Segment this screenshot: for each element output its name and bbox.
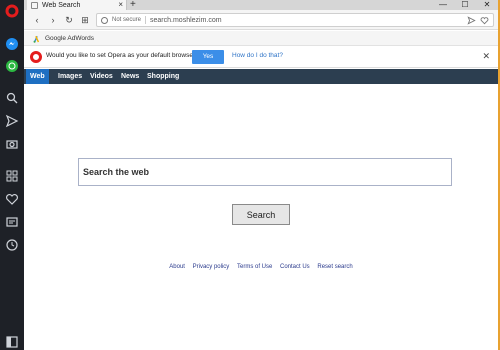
search-button[interactable]: Search <box>232 204 290 225</box>
reload-button[interactable]: ↻ <box>62 13 76 27</box>
default-browser-prompt: Would you like to set Opera as your defa… <box>24 47 498 68</box>
adwords-icon <box>33 35 40 43</box>
tab-news[interactable]: News <box>117 69 143 84</box>
browser-window: Web Search × + — ☐ ✕ ‹ › ↻ ⊞ Not secure … <box>24 0 498 350</box>
tab-web[interactable]: Web <box>26 69 49 84</box>
how-link[interactable]: How do I do that? <box>232 52 283 59</box>
new-tab-button[interactable]: + <box>130 0 136 10</box>
url-divider <box>145 16 147 24</box>
speed-dial-icon[interactable] <box>4 168 20 184</box>
prompt-text: Would you like to set Opera as your defa… <box>46 52 199 59</box>
heart-icon[interactable] <box>4 191 20 207</box>
tab-web-search[interactable]: Web Search × <box>27 0 127 10</box>
page-icon <box>31 1 38 9</box>
url-field[interactable]: Not secure search.moshlezim.com <box>96 13 494 27</box>
reset-search-link[interactable]: Reset search <box>317 264 352 270</box>
address-bar: ‹ › ↻ ⊞ Not secure search.moshlezim.com <box>24 10 498 30</box>
send-icon[interactable] <box>467 15 476 25</box>
window-controls: — ☐ ✕ <box>432 0 498 10</box>
messenger-icon[interactable] <box>4 36 20 52</box>
tab-videos[interactable]: Videos <box>86 69 117 84</box>
search-icon[interactable] <box>4 90 20 106</box>
search-nav: Web Images Videos News Shopping <box>24 69 498 84</box>
news-icon[interactable] <box>4 214 20 230</box>
globe-icon <box>101 16 108 24</box>
opera-icon <box>30 51 42 63</box>
close-window-button[interactable]: ✕ <box>476 0 498 10</box>
tab-images[interactable]: Images <box>54 69 86 84</box>
page-content: Search About Privacy policy Terms of Use… <box>24 84 498 350</box>
bookmarks-bar: Google AdWords <box>24 31 498 46</box>
history-icon[interactable] <box>4 237 20 253</box>
search-input[interactable] <box>78 158 452 186</box>
security-label: Not secure <box>112 17 142 23</box>
heart-icon[interactable] <box>480 16 489 25</box>
about-link[interactable]: About <box>169 264 185 270</box>
url-text[interactable]: search.moshlezim.com <box>150 17 222 24</box>
privacy-link[interactable]: Privacy policy <box>193 264 230 270</box>
back-button[interactable]: ‹ <box>30 13 44 27</box>
url-actions <box>467 14 489 26</box>
yes-button[interactable]: Yes <box>192 50 224 64</box>
tab-shopping[interactable]: Shopping <box>143 69 183 84</box>
minimize-button[interactable]: — <box>432 0 454 10</box>
bookmark-label: Google AdWords <box>45 35 95 42</box>
bookmark-google-adwords[interactable]: Google AdWords <box>32 33 94 44</box>
footer-links: About Privacy policy Terms of Use Contac… <box>24 264 498 270</box>
speed-dial-button[interactable]: ⊞ <box>78 13 92 27</box>
opera-icon[interactable] <box>4 3 20 19</box>
forward-button[interactable]: › <box>46 13 60 27</box>
send-icon[interactable] <box>4 113 20 129</box>
tab-strip: Web Search × + — ☐ ✕ <box>24 0 498 10</box>
sidebar-toggle-icon[interactable] <box>4 334 20 350</box>
maximize-button[interactable]: ☐ <box>454 0 476 10</box>
opera-sidebar <box>0 0 24 350</box>
tab-title: Web Search <box>42 1 81 9</box>
contact-link[interactable]: Contact Us <box>280 264 310 270</box>
close-icon[interactable]: ✕ <box>482 51 490 62</box>
tab-close-icon[interactable]: × <box>118 0 123 10</box>
whatsapp-icon[interactable] <box>4 58 20 74</box>
camera-icon[interactable] <box>4 136 20 152</box>
terms-link[interactable]: Terms of Use <box>237 264 272 270</box>
